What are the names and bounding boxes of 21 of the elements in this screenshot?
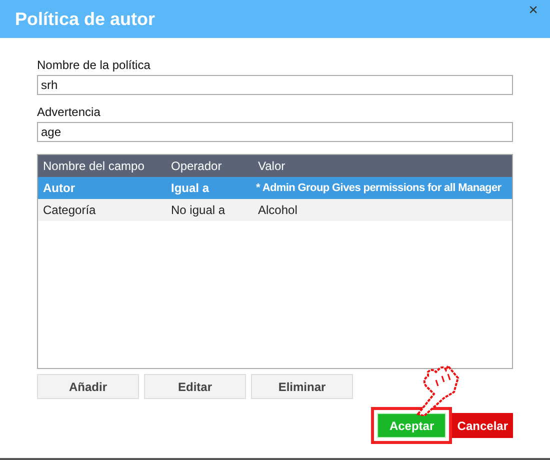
table-action-button[interactable]: Añadir <box>37 374 139 399</box>
column-header: Nombre del campo <box>42 159 146 173</box>
close-button[interactable]: × <box>526 2 540 20</box>
table-row[interactable]: Categoría No igual a Alcohol <box>38 199 512 221</box>
text-field[interactable]: srh <box>37 75 513 95</box>
column-header: Valor <box>257 159 286 173</box>
pointing-hand-icon <box>414 364 460 416</box>
table-action-button[interactable]: Eliminar <box>251 374 353 399</box>
table-cell-text: * Admin Group Gives permissions for all Manager <box>255 182 502 194</box>
table-cell-text: Alcohol <box>257 203 298 217</box>
window-title: Política de autor <box>15 8 156 30</box>
table-cell-text: No igual a <box>170 203 226 217</box>
field-label: Advertencia <box>37 105 102 119</box>
table-action-button[interactable]: Editar <box>144 374 246 399</box>
table-cell-text: Autor <box>42 181 76 195</box>
cancel-button[interactable]: Cancelar <box>452 413 513 438</box>
text-field[interactable]: age <box>37 122 513 142</box>
table-cell-text: Categoría <box>42 203 97 217</box>
field-label: Nombre de la política <box>37 58 152 72</box>
column-header: Operador <box>170 159 223 173</box>
table-cell-text: Igual a <box>170 181 210 195</box>
